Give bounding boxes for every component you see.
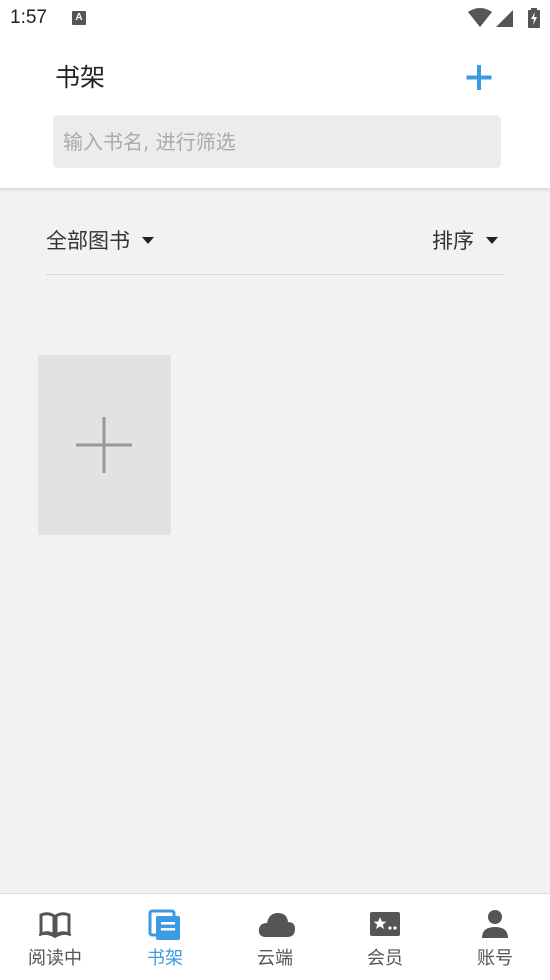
- add-button[interactable]: [462, 60, 496, 94]
- nav-item-bookshelf[interactable]: 书架: [110, 894, 220, 980]
- category-filter-label: 全部图书: [46, 229, 130, 253]
- status-time: 1:57: [10, 7, 47, 28]
- nav-label: 书架: [147, 948, 183, 969]
- cloud-icon: [258, 913, 295, 937]
- nav-item-reading[interactable]: 阅读中: [0, 894, 110, 980]
- add-book-tile[interactable]: [38, 355, 171, 535]
- page-title: 书架: [55, 63, 106, 92]
- bottom-nav: 阅读中 书架 云端 会员 账号: [0, 893, 550, 980]
- filter-bar: 全部图书 排序: [46, 210, 504, 275]
- nav-label: 账号: [477, 948, 513, 969]
- plus-icon: [466, 65, 492, 90]
- sort-dropdown[interactable]: 排序: [432, 225, 498, 255]
- wifi-icon: [468, 8, 492, 27]
- member-card-icon: [370, 912, 400, 936]
- sort-label: 排序: [432, 229, 474, 253]
- status-bar: 1:57 A: [0, 0, 550, 38]
- nav-item-cloud[interactable]: 云端: [220, 894, 330, 980]
- dropdown-caret-icon: [142, 236, 154, 244]
- header: 书架: [0, 38, 550, 188]
- nav-item-member[interactable]: 会员: [330, 894, 440, 980]
- person-icon: [482, 910, 508, 938]
- plus-icon: [76, 417, 132, 473]
- app-notification-icon: A: [72, 11, 86, 25]
- bookshelf-icon: [148, 909, 180, 940]
- dropdown-caret-icon: [486, 236, 498, 244]
- signal-icon: [496, 10, 513, 27]
- battery-charging-icon: [528, 8, 540, 28]
- open-book-icon: [38, 912, 72, 939]
- nav-label: 云端: [257, 948, 293, 969]
- nav-item-account[interactable]: 账号: [440, 894, 550, 980]
- nav-label: 阅读中: [28, 948, 82, 969]
- nav-label: 会员: [367, 948, 403, 969]
- category-filter-dropdown[interactable]: 全部图书: [46, 225, 154, 255]
- search-input[interactable]: [53, 115, 501, 168]
